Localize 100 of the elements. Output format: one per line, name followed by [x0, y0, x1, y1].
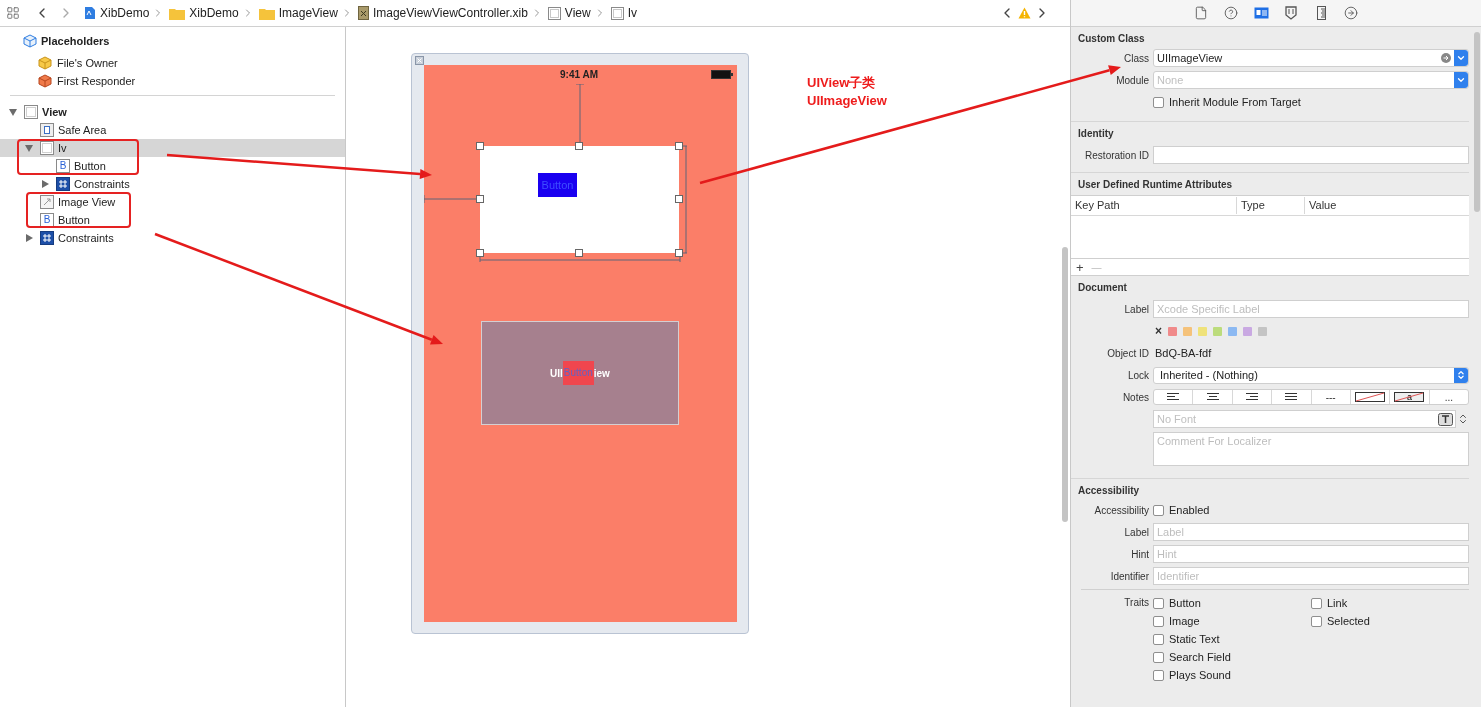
resize-handle[interactable]	[476, 142, 484, 150]
document-icon	[357, 6, 369, 20]
scrollbar[interactable]	[1062, 247, 1068, 522]
checkbox[interactable]	[1153, 615, 1164, 627]
field-label: Label	[1123, 525, 1150, 540]
class-combo-box[interactable]: UIImageView	[1153, 49, 1469, 67]
breadcrumb[interactable]: View	[564, 4, 591, 22]
outline-item[interactable]: Constraints	[0, 229, 345, 247]
image-view-icon	[40, 195, 54, 209]
checkbox[interactable]	[1153, 633, 1164, 645]
outline-item[interactable]: B Button	[0, 211, 345, 229]
accessibility-field[interactable]: Identifier	[1153, 567, 1469, 585]
field-label: Identifier	[1109, 569, 1150, 584]
outline-item[interactable]: Iv	[0, 139, 345, 157]
inspector-tab[interactable]	[1193, 5, 1209, 21]
checkbox-label: Static Text	[1169, 631, 1220, 647]
label-color-swatch[interactable]	[1258, 326, 1267, 336]
cube-icon	[38, 56, 52, 70]
checkbox[interactable]	[1311, 615, 1322, 627]
checkbox-label: Search Field	[1169, 649, 1231, 665]
section-title: User Defined Runtime Attributes	[1077, 178, 1234, 192]
outline-item[interactable]: First Responder	[0, 72, 345, 90]
close-icon[interactable]	[415, 56, 424, 65]
column-header[interactable]: Value	[1305, 197, 1337, 214]
cube-icon	[23, 34, 37, 48]
breadcrumb[interactable]: ImageViewViewController.xib	[372, 4, 528, 22]
module-placeholder: None	[1157, 72, 1185, 88]
project-file-icon	[84, 6, 96, 20]
checkbox-label: Inherit Module From Target	[1169, 94, 1301, 110]
grid-icon[interactable]	[6, 6, 20, 20]
column-header[interactable]: Key Path	[1071, 197, 1237, 214]
stepper-icon[interactable]	[1457, 413, 1469, 425]
collapse-triangle-icon[interactable]	[24, 143, 34, 153]
justify-icon	[1284, 393, 1299, 401]
breadcrumb[interactable]: XibDemo	[100, 4, 150, 22]
outline-item-label: Safe Area	[58, 122, 107, 138]
popup-arrows-icon[interactable]	[1454, 367, 1468, 383]
inspector-tab[interactable]	[1253, 5, 1269, 21]
arrow-circle-icon	[1344, 6, 1358, 20]
checkbox[interactable]	[1153, 504, 1164, 516]
accessibility-field[interactable]: Label	[1153, 523, 1469, 541]
identity-card-icon	[1253, 7, 1269, 19]
checkbox-label: Link	[1327, 595, 1348, 611]
label-color-swatch[interactable]	[1228, 326, 1237, 336]
notes-tool-button[interactable]: ---	[1311, 390, 1351, 404]
outline-item[interactable]: Safe Area	[0, 121, 345, 139]
inspector-tab[interactable]	[1223, 5, 1239, 21]
breadcrumb[interactable]: XibDemo	[189, 4, 239, 22]
outline-item[interactable]: File's Owner	[0, 54, 345, 72]
notes-tool-button[interactable]: ...	[1429, 390, 1468, 404]
resize-handle[interactable]	[476, 249, 484, 257]
section-title: Custom Class	[1077, 32, 1146, 46]
accessibility-field[interactable]: Hint	[1153, 545, 1469, 563]
checkbox[interactable]	[1153, 669, 1164, 681]
resize-handle[interactable]	[675, 249, 683, 257]
clear-label-button[interactable]: ×	[1155, 325, 1162, 337]
checkbox[interactable]	[1153, 597, 1164, 609]
cube-icon	[38, 74, 52, 88]
label-color-swatch[interactable]	[1243, 326, 1252, 336]
label-color-swatch[interactable]	[1213, 326, 1222, 336]
breadcrumb[interactable]: Iv	[627, 4, 637, 22]
label-color-swatch[interactable]	[1198, 326, 1207, 336]
warning-icon[interactable]	[1018, 7, 1031, 19]
lock-value: Inherited - (Nothing)	[1160, 367, 1259, 383]
outline-item[interactable]: View	[0, 103, 345, 121]
outline-item-label: Constraints	[74, 176, 130, 192]
outline-item[interactable]: Constraints	[0, 175, 345, 193]
resize-handle[interactable]	[675, 195, 683, 203]
comment-field[interactable]: Comment For Localizer	[1153, 432, 1469, 466]
outline-item[interactable]: B Button	[0, 157, 345, 175]
column-header[interactable]: Type	[1237, 197, 1305, 214]
ruler-icon	[1316, 6, 1326, 20]
label-field[interactable]: Xcode Specific Label	[1153, 300, 1469, 318]
label-color-swatch[interactable]	[1168, 326, 1177, 336]
section-title: Accessibility	[1077, 484, 1141, 498]
go-arrow-icon[interactable]	[1441, 53, 1451, 63]
checkbox[interactable]	[1153, 651, 1164, 663]
resize-handle[interactable]	[675, 142, 683, 150]
inspector-tab[interactable]	[1343, 5, 1359, 21]
expand-triangle-icon[interactable]	[40, 179, 50, 189]
safe-area-icon	[40, 123, 54, 137]
checkbox[interactable]	[1153, 96, 1164, 108]
restoration-id-field[interactable]	[1153, 146, 1469, 164]
resize-handle[interactable]	[575, 142, 583, 150]
breadcrumb[interactable]: ImageView	[278, 4, 338, 22]
outline-item[interactable]: Image View	[0, 193, 345, 211]
font-icon[interactable]	[1438, 412, 1453, 426]
label-color-swatch[interactable]	[1183, 326, 1192, 336]
checkbox[interactable]	[1311, 597, 1322, 609]
inspector-tab[interactable]	[1283, 5, 1299, 21]
resize-handle[interactable]	[575, 249, 583, 257]
expand-triangle-icon[interactable]	[24, 233, 34, 243]
collapse-triangle-icon[interactable]	[8, 107, 18, 117]
scrollbar[interactable]	[1474, 32, 1480, 212]
add-button[interactable]: +	[1076, 260, 1084, 274]
field-label: Object ID	[1106, 346, 1150, 361]
section-title: Identity	[1077, 127, 1115, 141]
resize-handle[interactable]	[476, 195, 484, 203]
lock-popup[interactable]: Inherited - (Nothing)	[1153, 366, 1469, 384]
class-value: UIImageView	[1157, 50, 1224, 66]
